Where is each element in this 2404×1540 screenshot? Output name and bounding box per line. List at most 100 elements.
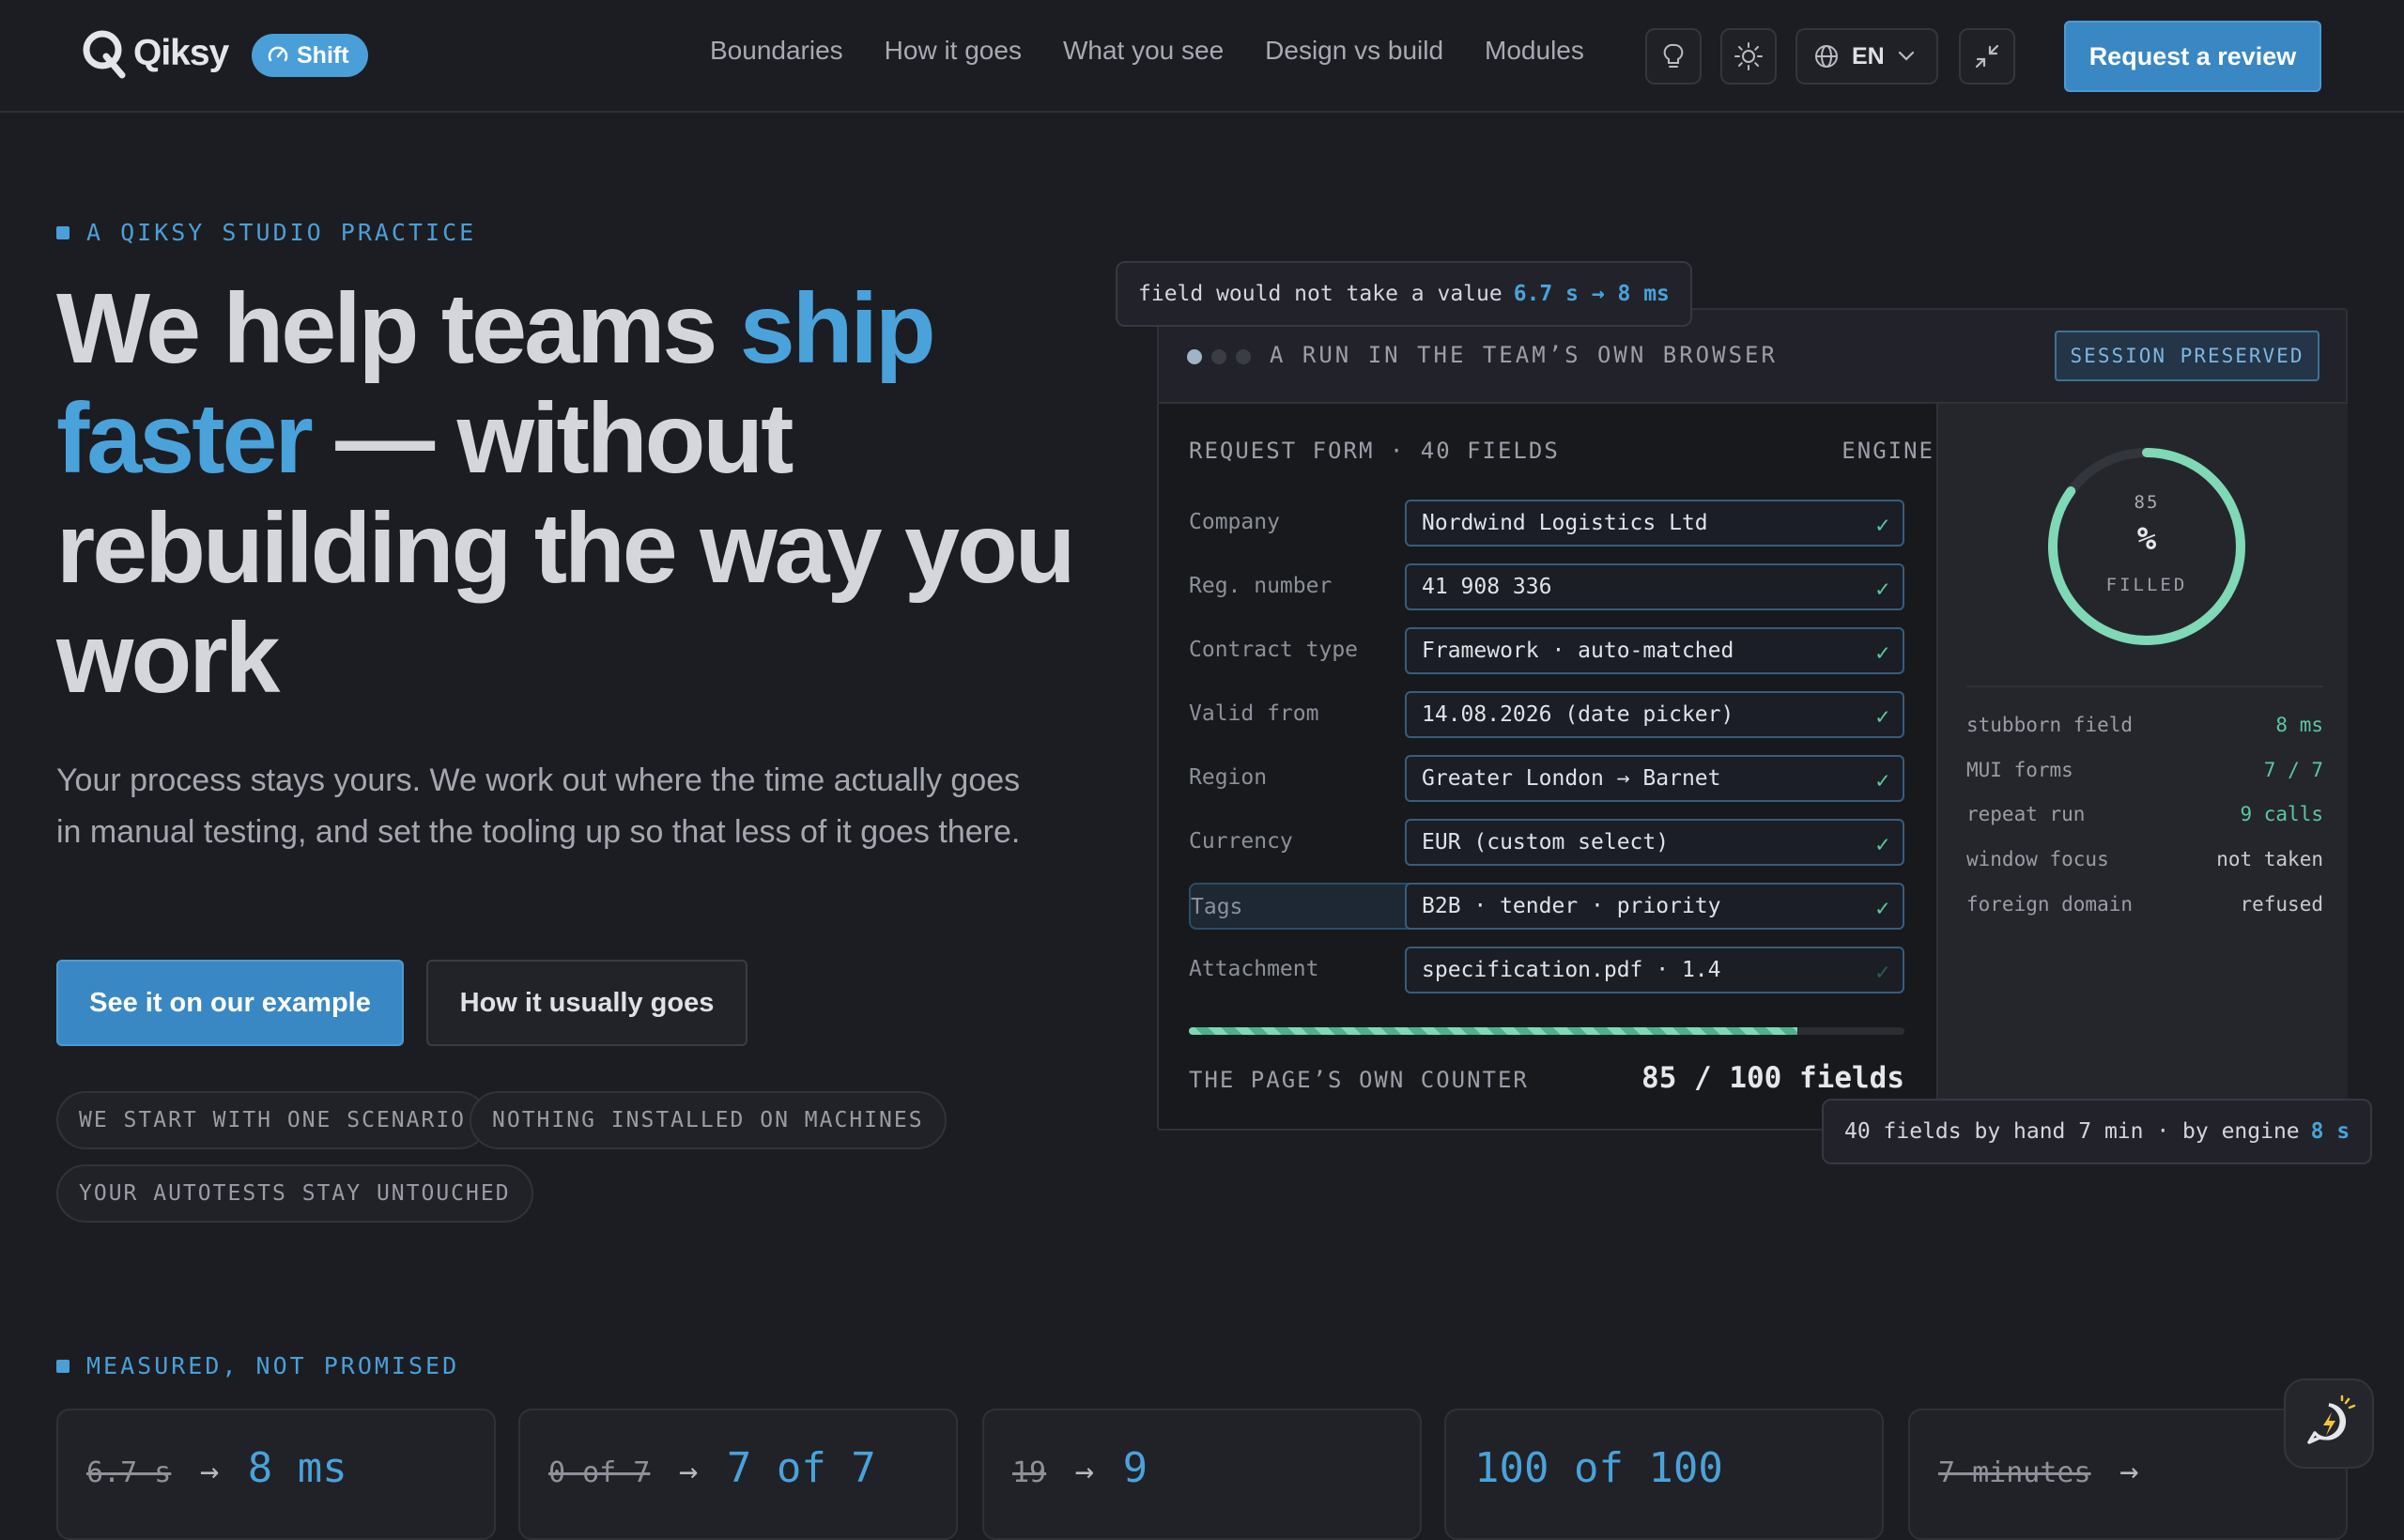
gauge-label: FILLED xyxy=(2105,575,2188,595)
metric-new: 7 of 7 xyxy=(726,1444,876,1492)
see-example-button[interactable]: See it on our example xyxy=(56,960,404,1046)
metric-card: 7 minutes → xyxy=(1908,1409,2348,1540)
request-review-button[interactable]: Request a review xyxy=(2064,21,2321,92)
field-input[interactable]: specification.pdf · 1.4 ✓ xyxy=(1405,947,1904,993)
chat-button[interactable] xyxy=(2284,1378,2374,1469)
form-row-tags: Tags B2B · tender · priority ✓ xyxy=(1189,883,1904,930)
field-input[interactable]: Nordwind Logistics Ltd ✓ xyxy=(1405,500,1904,547)
stat-key: window focus xyxy=(1966,848,2109,870)
qiksy-logo-icon xyxy=(83,30,126,79)
theme-toggle-button[interactable] xyxy=(1720,28,1777,85)
stat-key: stubborn field xyxy=(1966,714,2134,736)
field-label: Currency xyxy=(1189,829,1293,854)
hero-subtitle: Your process stays yours. We work out wh… xyxy=(56,762,1021,850)
field-input[interactable]: 14.08.2026 (date picker) ✓ xyxy=(1405,691,1904,738)
pill-autotests-untouched: YOUR AUTOTESTS STAY UNTOUCHED xyxy=(56,1164,533,1223)
field-value: 14.08.2026 (date picker) xyxy=(1422,702,1734,727)
form-row-currency: Currency EUR (custom select) ✓ xyxy=(1189,819,1904,866)
field-value: specification.pdf · 1.4 xyxy=(1422,958,1721,982)
field-label: Reg. number xyxy=(1189,574,1333,598)
tips-button[interactable] xyxy=(1645,28,1702,85)
field-value: Nordwind Logistics Ltd xyxy=(1422,511,1708,535)
field-value: 41 908 336 xyxy=(1422,575,1552,599)
pill-nothing-installed: NOTHING INSTALLED ON MACHINES xyxy=(470,1091,947,1149)
stat-stubborn-field: stubborn field 8 ms xyxy=(1966,714,2323,751)
globe-icon xyxy=(1815,45,1838,68)
check-icon: ✓ xyxy=(1875,639,1889,666)
stat-repeat-run: repeat run 9 calls xyxy=(1966,803,2323,840)
panel-title: A RUN IN THE TEAM’S OWN BROWSER xyxy=(1270,342,1778,368)
site-header: Qiksy Shift Boundaries How it goes What … xyxy=(0,0,2404,113)
form-row-contract-type: Contract type Framework · auto-matched ✓ xyxy=(1189,627,1904,674)
hero-eyebrow: A QIKSY STUDIO PRACTICE xyxy=(56,219,476,246)
session-badge: SESSION PRESERVED xyxy=(2055,331,2319,381)
gauge-unit: % xyxy=(2136,520,2157,558)
field-input[interactable]: EUR (custom select) ✓ xyxy=(1405,819,1904,866)
form-row-valid-from: Valid from 14.08.2026 (date picker) ✓ xyxy=(1189,691,1904,738)
metric-old: 6.7 s xyxy=(86,1456,172,1489)
metric-new: 9 xyxy=(1122,1444,1148,1492)
tooltip-text: field would not take a value xyxy=(1138,282,1502,306)
field-input[interactable]: 41 908 336 ✓ xyxy=(1405,563,1904,610)
field-input[interactable]: B2B · tender · priority ✓ xyxy=(1405,883,1904,930)
form-row-region: Region Greater London → Barnet ✓ xyxy=(1189,755,1904,802)
fill-progress-bar xyxy=(1189,1027,1904,1035)
arrow-icon: → xyxy=(1074,1453,1095,1490)
browser-demo-panel: A RUN IN THE TEAM’S OWN BROWSER SESSION … xyxy=(1157,308,2348,1131)
window-dot xyxy=(1187,349,1202,364)
stat-mui-forms: MUI forms 7 / 7 xyxy=(1966,759,2323,796)
field-label: Tags xyxy=(1191,895,1243,919)
check-icon: ✓ xyxy=(1875,959,1889,985)
arrow-icon: → xyxy=(678,1453,699,1490)
field-label: Contract type xyxy=(1189,638,1359,662)
metric-old: 0 of 7 xyxy=(548,1456,651,1489)
collapse-icon xyxy=(1975,44,1999,69)
field-value: B2B · tender · priority xyxy=(1422,894,1721,918)
nav-boundaries[interactable]: Boundaries xyxy=(710,36,843,66)
field-input[interactable]: Framework · auto-matched ✓ xyxy=(1405,627,1904,674)
metric-card: 6.7 s → 8 ms xyxy=(56,1409,496,1540)
nav-what-you-see[interactable]: What you see xyxy=(1063,36,1224,66)
field-label: Region xyxy=(1189,765,1268,790)
stat-key: repeat run xyxy=(1966,803,2086,825)
window-dots xyxy=(1187,349,1251,364)
nav-modules[interactable]: Modules xyxy=(1485,36,1584,66)
hero-eyebrow-text: A QIKSY STUDIO PRACTICE xyxy=(86,219,477,246)
metric-text: 0 of 7 → 7 of 7 xyxy=(548,1444,876,1492)
tooltip-highlight: 6.7 s → 8 ms xyxy=(1513,282,1670,306)
logo[interactable]: Qiksy xyxy=(81,28,229,79)
eyebrow-marker xyxy=(56,1359,69,1373)
chevron-down-icon xyxy=(1898,51,1914,61)
stat-key: MUI forms xyxy=(1966,759,2073,781)
stats-divider xyxy=(1966,685,2323,687)
main-nav: Boundaries How it goes What you see Desi… xyxy=(710,36,1584,66)
nav-design-vs-build[interactable]: Design vs build xyxy=(1265,36,1443,66)
measured-eyebrow: MEASURED, NOT PROMISED xyxy=(56,1352,459,1379)
metric-new: 8 ms xyxy=(247,1444,347,1492)
window-dot xyxy=(1236,349,1251,364)
form-title: REQUEST FORM · 40 FIELDS xyxy=(1189,438,1560,464)
shift-badge[interactable]: Shift xyxy=(252,34,368,77)
stat-foreign-domain: foreign domain refused xyxy=(1966,893,2323,931)
language-select[interactable]: EN xyxy=(1795,28,1938,85)
arrow-icon: → xyxy=(199,1453,220,1490)
metric-text: 6.7 s → 8 ms xyxy=(86,1444,347,1492)
nav-how-it-goes[interactable]: How it goes xyxy=(885,36,1022,66)
stat-value: 8 ms xyxy=(2275,714,2323,736)
counter-label: THE PAGE’S OWN COUNTER xyxy=(1189,1067,1529,1093)
form-row-company: Company Nordwind Logistics Ltd ✓ xyxy=(1189,500,1904,547)
field-input[interactable]: Greater London → Barnet ✓ xyxy=(1405,755,1904,802)
pill-one-scenario: WE START WITH ONE SCENARIO xyxy=(56,1091,489,1149)
check-icon: ✓ xyxy=(1875,512,1889,538)
metric-text: 100 of 100 xyxy=(1474,1444,1723,1492)
engine-stats-panel: 85 % FILLED stubborn field 8 ms MUI form… xyxy=(1936,404,2348,1131)
how-it-goes-button[interactable]: How it usually goes xyxy=(426,960,747,1046)
field-label: Attachment xyxy=(1189,957,1319,981)
field-value: Greater London → Barnet xyxy=(1422,766,1721,791)
stat-value: 9 calls xyxy=(2240,803,2323,825)
fill-progress-value xyxy=(1189,1027,1797,1035)
metric-old: 7 minutes xyxy=(1938,1456,2091,1489)
collapse-button[interactable] xyxy=(1959,28,2015,85)
check-icon: ✓ xyxy=(1875,576,1889,602)
field-label: Company xyxy=(1189,510,1280,534)
